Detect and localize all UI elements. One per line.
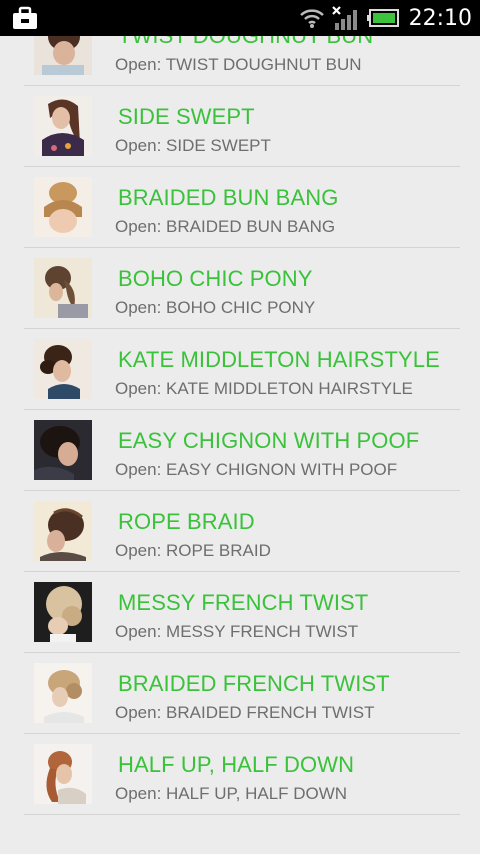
item-subtitle: Open: BRAIDED FRENCH TWIST bbox=[115, 703, 375, 722]
thumbnail-image bbox=[34, 339, 92, 399]
thumbnail-image bbox=[34, 36, 92, 75]
status-bar: 22:10 bbox=[0, 0, 480, 36]
list-item[interactable]: TWIST DOUGHNUT BUN Open: TWIST DOUGHNUT … bbox=[24, 36, 460, 86]
clock: 22:10 bbox=[408, 5, 472, 31]
item-title: BOHO CHIC PONY bbox=[118, 266, 313, 291]
list-item[interactable]: SIDE SWEPT Open: SIDE SWEPT bbox=[24, 86, 460, 167]
item-title: ROPE BRAID bbox=[118, 509, 255, 534]
wifi-icon bbox=[299, 9, 324, 28]
item-subtitle: Open: EASY CHIGNON WITH POOF bbox=[115, 460, 398, 479]
item-title: MESSY FRENCH TWIST bbox=[118, 590, 369, 615]
item-subtitle: Open: BRAIDED BUN BANG bbox=[115, 217, 336, 236]
thumbnail-image bbox=[34, 744, 92, 804]
list-item[interactable]: BOHO CHIC PONY Open: BOHO CHIC PONY bbox=[24, 248, 460, 329]
item-title: BRAIDED FRENCH TWIST bbox=[118, 671, 390, 696]
list-item[interactable]: BRAIDED FRENCH TWIST Open: BRAIDED FRENC… bbox=[24, 653, 460, 734]
thumbnail-image bbox=[34, 258, 92, 318]
item-subtitle: Open: ROPE BRAID bbox=[115, 541, 271, 560]
item-subtitle: Open: HALF UP, HALF DOWN bbox=[115, 784, 348, 803]
item-subtitle: Open: MESSY FRENCH TWIST bbox=[115, 622, 359, 641]
item-title: TWIST DOUGHNUT BUN bbox=[118, 36, 373, 49]
thumbnail-image bbox=[34, 420, 92, 480]
item-subtitle: Open: TWIST DOUGHNUT BUN bbox=[115, 55, 362, 74]
list-item[interactable]: EASY CHIGNON WITH POOF Open: EASY CHIGNO… bbox=[24, 410, 460, 491]
briefcase-icon bbox=[13, 6, 37, 29]
item-title: KATE MIDDLETON HAIRSTYLE bbox=[118, 347, 440, 372]
item-subtitle: Open: SIDE SWEPT bbox=[115, 136, 271, 155]
thumbnail-image bbox=[34, 582, 92, 642]
item-subtitle: Open: BOHO CHIC PONY bbox=[115, 298, 316, 317]
thumbnail-image bbox=[34, 663, 92, 723]
hairstyle-list[interactable]: TWIST DOUGHNUT BUN Open: TWIST DOUGHNUT … bbox=[0, 36, 480, 854]
item-title: SIDE SWEPT bbox=[118, 104, 255, 129]
item-subtitle: Open: KATE MIDDLETON HAIRSTYLE bbox=[115, 379, 413, 398]
thumbnail-image bbox=[34, 96, 92, 156]
thumbnail-image bbox=[34, 501, 92, 561]
item-title: BRAIDED BUN BANG bbox=[118, 185, 339, 210]
list-item[interactable]: MESSY FRENCH TWIST Open: MESSY FRENCH TW… bbox=[24, 572, 460, 653]
list-item[interactable]: ROPE BRAID Open: ROPE BRAID bbox=[24, 491, 460, 572]
item-title: EASY CHIGNON WITH POOF bbox=[118, 428, 420, 453]
list-item[interactable]: BRAIDED BUN BANG Open: BRAIDED BUN BANG bbox=[24, 167, 460, 248]
battery-icon bbox=[366, 9, 399, 27]
item-title: HALF UP, HALF DOWN bbox=[118, 752, 355, 777]
signal-icon bbox=[331, 6, 357, 30]
thumbnail-image bbox=[34, 177, 92, 237]
list-item[interactable]: KATE MIDDLETON HAIRSTYLE Open: KATE MIDD… bbox=[24, 329, 460, 410]
list-item[interactable]: HALF UP, HALF DOWN Open: HALF UP, HALF D… bbox=[24, 734, 460, 815]
